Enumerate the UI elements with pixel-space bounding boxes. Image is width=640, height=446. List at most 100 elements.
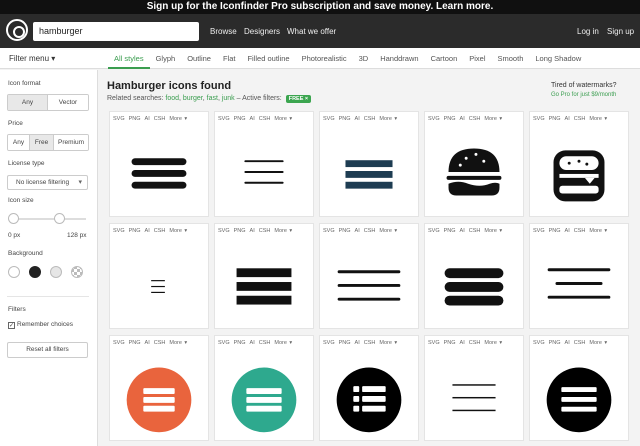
- format-svg-link[interactable]: SVG: [113, 116, 125, 122]
- related-link-burger[interactable]: burger: [183, 95, 203, 102]
- background-white-swatch[interactable]: [8, 266, 20, 278]
- format-csh-link[interactable]: CSH: [469, 116, 481, 122]
- format-more-dropdown[interactable]: More ▾: [589, 340, 607, 346]
- icon-result-card[interactable]: SVG PNG AI CSH More ▾: [424, 223, 524, 329]
- format-png-link[interactable]: PNG: [549, 116, 561, 122]
- format-csh-link[interactable]: CSH: [259, 116, 271, 122]
- format-png-link[interactable]: PNG: [234, 340, 246, 346]
- format-ai-link[interactable]: AI: [460, 340, 465, 346]
- format-more-dropdown[interactable]: More ▾: [274, 116, 292, 122]
- format-more-dropdown[interactable]: More ▾: [379, 116, 397, 122]
- format-more-dropdown[interactable]: More ▾: [379, 228, 397, 234]
- icon-result-card[interactable]: SVG PNG AI CSH More ▾: [109, 111, 209, 217]
- format-png-link[interactable]: PNG: [549, 340, 561, 346]
- burger-food-icon[interactable]: [425, 126, 523, 216]
- nav-designers-link[interactable]: Designers: [244, 27, 280, 36]
- format-more-dropdown[interactable]: More ▾: [169, 116, 187, 122]
- format-ai-link[interactable]: AI: [145, 340, 150, 346]
- tab-filled-outline[interactable]: Filled outline: [241, 48, 295, 69]
- format-svg-link[interactable]: SVG: [533, 228, 545, 234]
- tab-photorealistic[interactable]: Photorealistic: [296, 48, 353, 69]
- hamburger-menu-black-circle-icon[interactable]: [530, 350, 628, 440]
- format-svg-link[interactable]: SVG: [533, 116, 545, 122]
- signup-link[interactable]: Sign up: [607, 27, 634, 36]
- format-png-link[interactable]: PNG: [444, 228, 456, 234]
- format-png-link[interactable]: PNG: [129, 228, 141, 234]
- background-gray-swatch[interactable]: [50, 266, 62, 278]
- nav-what-we-offer-link[interactable]: What we offer: [287, 27, 336, 36]
- format-csh-link[interactable]: CSH: [574, 116, 586, 122]
- format-csh-link[interactable]: CSH: [364, 228, 376, 234]
- format-more-dropdown[interactable]: More ▾: [169, 228, 187, 234]
- related-link-fast[interactable]: fast: [207, 95, 218, 102]
- tab-pixel[interactable]: Pixel: [463, 48, 491, 69]
- format-csh-link[interactable]: CSH: [469, 228, 481, 234]
- format-png-link[interactable]: PNG: [444, 340, 456, 346]
- format-png-link[interactable]: PNG: [234, 116, 246, 122]
- hamburger-menu-small-icon[interactable]: [110, 238, 208, 328]
- background-black-swatch[interactable]: [29, 266, 41, 278]
- related-link-food[interactable]: food: [165, 95, 179, 102]
- icon-result-card[interactable]: SVG PNG AI CSH More ▾: [214, 223, 314, 329]
- icon-result-card[interactable]: SVG PNG AI CSH More ▾: [529, 223, 629, 329]
- format-svg-link[interactable]: SVG: [218, 116, 230, 122]
- icon-size-min-handle[interactable]: [8, 213, 19, 224]
- format-svg-link[interactable]: SVG: [218, 228, 230, 234]
- iconfinder-logo-icon[interactable]: [6, 19, 28, 41]
- format-more-dropdown[interactable]: More ▾: [484, 116, 502, 122]
- format-csh-link[interactable]: CSH: [574, 228, 586, 234]
- tab-glyph[interactable]: Glyph: [150, 48, 182, 69]
- format-vector-option[interactable]: Vector: [48, 95, 88, 110]
- list-menu-black-circle-icon[interactable]: [320, 350, 418, 440]
- background-transparent-swatch[interactable]: [71, 266, 83, 278]
- format-ai-link[interactable]: AI: [145, 228, 150, 234]
- format-csh-link[interactable]: CSH: [364, 340, 376, 346]
- hamburger-menu-bold-rounded-icon[interactable]: [425, 238, 523, 328]
- format-more-dropdown[interactable]: More ▾: [379, 340, 397, 346]
- icon-size-slider-track[interactable]: [10, 218, 86, 220]
- format-svg-link[interactable]: SVG: [323, 228, 335, 234]
- icon-result-card[interactable]: SVG PNG AI CSH More ▾: [529, 111, 629, 217]
- format-png-link[interactable]: PNG: [234, 228, 246, 234]
- format-svg-link[interactable]: SVG: [533, 340, 545, 346]
- format-ai-link[interactable]: AI: [355, 116, 360, 122]
- icon-size-max-handle[interactable]: [54, 213, 65, 224]
- tab-outline[interactable]: Outline: [181, 48, 217, 69]
- format-ai-link[interactable]: AI: [460, 116, 465, 122]
- tab-3d[interactable]: 3D: [353, 48, 375, 69]
- format-ai-link[interactable]: AI: [145, 116, 150, 122]
- format-png-link[interactable]: PNG: [339, 340, 351, 346]
- icon-result-card[interactable]: SVG PNG AI CSH More ▾: [109, 335, 209, 441]
- icon-result-card[interactable]: SVG PNG AI CSH More ▾: [214, 335, 314, 441]
- format-ai-link[interactable]: AI: [460, 228, 465, 234]
- format-csh-link[interactable]: CSH: [259, 228, 271, 234]
- format-svg-link[interactable]: SVG: [113, 340, 125, 346]
- icon-result-card[interactable]: SVG PNG AI CSH More ▾: [319, 111, 419, 217]
- format-svg-link[interactable]: SVG: [323, 116, 335, 122]
- hamburger-menu-orange-circle-icon[interactable]: [110, 350, 208, 440]
- burger-square-icon[interactable]: [530, 126, 628, 216]
- price-premium-option[interactable]: Premium: [54, 135, 88, 150]
- tab-cartoon[interactable]: Cartoon: [425, 48, 464, 69]
- format-ai-link[interactable]: AI: [565, 116, 570, 122]
- active-filter-free-badge[interactable]: FREE ×: [285, 95, 312, 103]
- icon-result-card[interactable]: SVG PNG AI CSH More ▾: [214, 111, 314, 217]
- format-more-dropdown[interactable]: More ▾: [274, 340, 292, 346]
- format-csh-link[interactable]: CSH: [154, 116, 166, 122]
- format-png-link[interactable]: PNG: [129, 340, 141, 346]
- format-svg-link[interactable]: SVG: [323, 340, 335, 346]
- format-ai-link[interactable]: AI: [565, 340, 570, 346]
- format-any-option[interactable]: Any: [8, 95, 48, 110]
- format-png-link[interactable]: PNG: [129, 116, 141, 122]
- format-ai-link[interactable]: AI: [250, 340, 255, 346]
- remember-choices-checkbox[interactable]: ✓: [8, 322, 15, 329]
- hamburger-menu-block-bars-icon[interactable]: [215, 238, 313, 328]
- format-svg-link[interactable]: SVG: [113, 228, 125, 234]
- format-more-dropdown[interactable]: More ▾: [589, 116, 607, 122]
- hamburger-menu-thick-bars-icon[interactable]: [110, 126, 208, 216]
- hamburger-menu-staggered-icon[interactable]: [530, 238, 628, 328]
- format-png-link[interactable]: PNG: [339, 228, 351, 234]
- related-link-junk[interactable]: junk: [222, 95, 235, 102]
- hamburger-menu-teal-circle-icon[interactable]: [215, 350, 313, 440]
- reset-all-filters-button[interactable]: Reset all filters: [7, 342, 88, 358]
